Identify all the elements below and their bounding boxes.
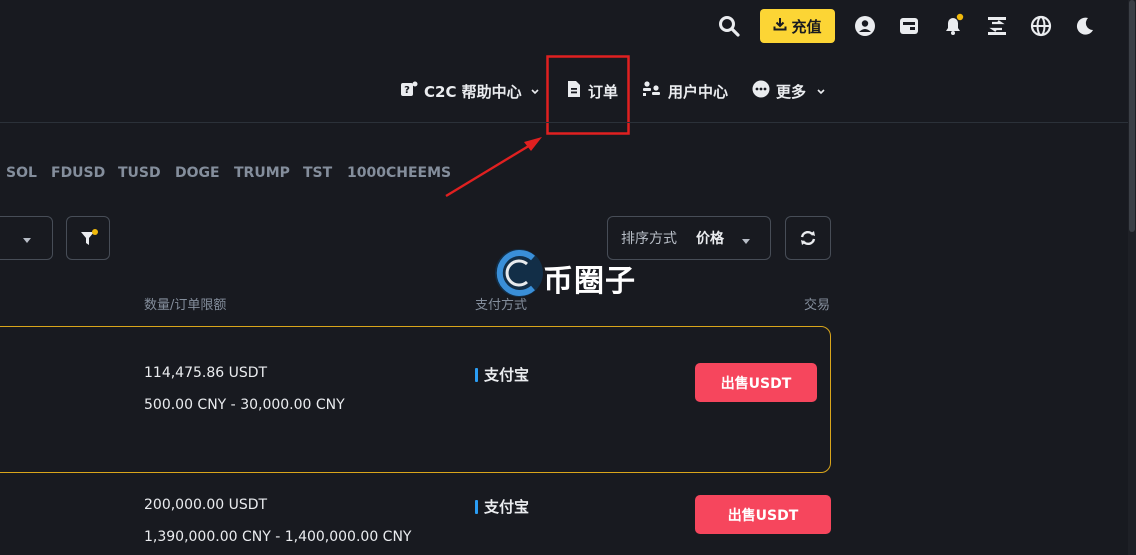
filter-icon xyxy=(79,228,99,252)
row-quantity: 200,000.00 USDT xyxy=(144,497,268,513)
coin-tab-1000cheems[interactable]: 1000CHEEMS xyxy=(347,165,451,181)
watermark-text: 币圈子 xyxy=(543,264,636,299)
coin-tab-sol[interactable]: SOL xyxy=(6,165,37,181)
header-amount-limit: 数量/订单限额 xyxy=(144,298,227,313)
refresh-icon xyxy=(799,229,817,251)
sort-label: 排序方式 xyxy=(621,231,677,247)
nav-divider xyxy=(0,122,1128,123)
chevron-down-icon xyxy=(21,231,33,250)
scrollbar-thumb[interactable] xyxy=(1129,0,1135,232)
row-limit: 1,390,000.00 CNY - 1,400,000.00 CNY xyxy=(144,529,412,545)
header-trade: 交易 xyxy=(804,298,831,313)
row-payment-method: 支付宝 xyxy=(475,496,529,517)
coin-tab-doge[interactable]: DOGE xyxy=(175,165,220,181)
alipay-indicator xyxy=(475,367,478,382)
coin-tab-trump[interactable]: TRUMP xyxy=(234,165,290,181)
chevron-down-icon xyxy=(740,232,752,251)
header-payment: 支付方式 xyxy=(475,298,528,313)
watermark-logo-icon xyxy=(495,249,543,297)
row-payment-label: 支付宝 xyxy=(484,498,530,516)
watermark: 币圈子 xyxy=(493,246,643,300)
sell-usdt-button[interactable]: 出售USDT xyxy=(695,495,831,534)
coin-tab-tusd[interactable]: TUSD xyxy=(118,165,161,181)
row-payment-method: 支付宝 xyxy=(475,364,529,385)
row-payment-label: 支付宝 xyxy=(484,366,530,384)
sell-usdt-button[interactable]: 出售USDT xyxy=(695,363,817,402)
filter-button[interactable] xyxy=(66,216,110,260)
sort-value: 价格 xyxy=(696,231,724,247)
row-limit: 500.00 CNY - 30,000.00 CNY xyxy=(144,397,345,413)
coin-tab-tst[interactable]: TST xyxy=(303,165,332,181)
coin-tab-fdusd[interactable]: FDUSD xyxy=(51,165,105,181)
alipay-indicator xyxy=(475,499,478,514)
payment-select[interactable] xyxy=(0,216,53,260)
refresh-button[interactable] xyxy=(785,216,831,260)
row-quantity: 114,475.86 USDT xyxy=(144,365,268,381)
